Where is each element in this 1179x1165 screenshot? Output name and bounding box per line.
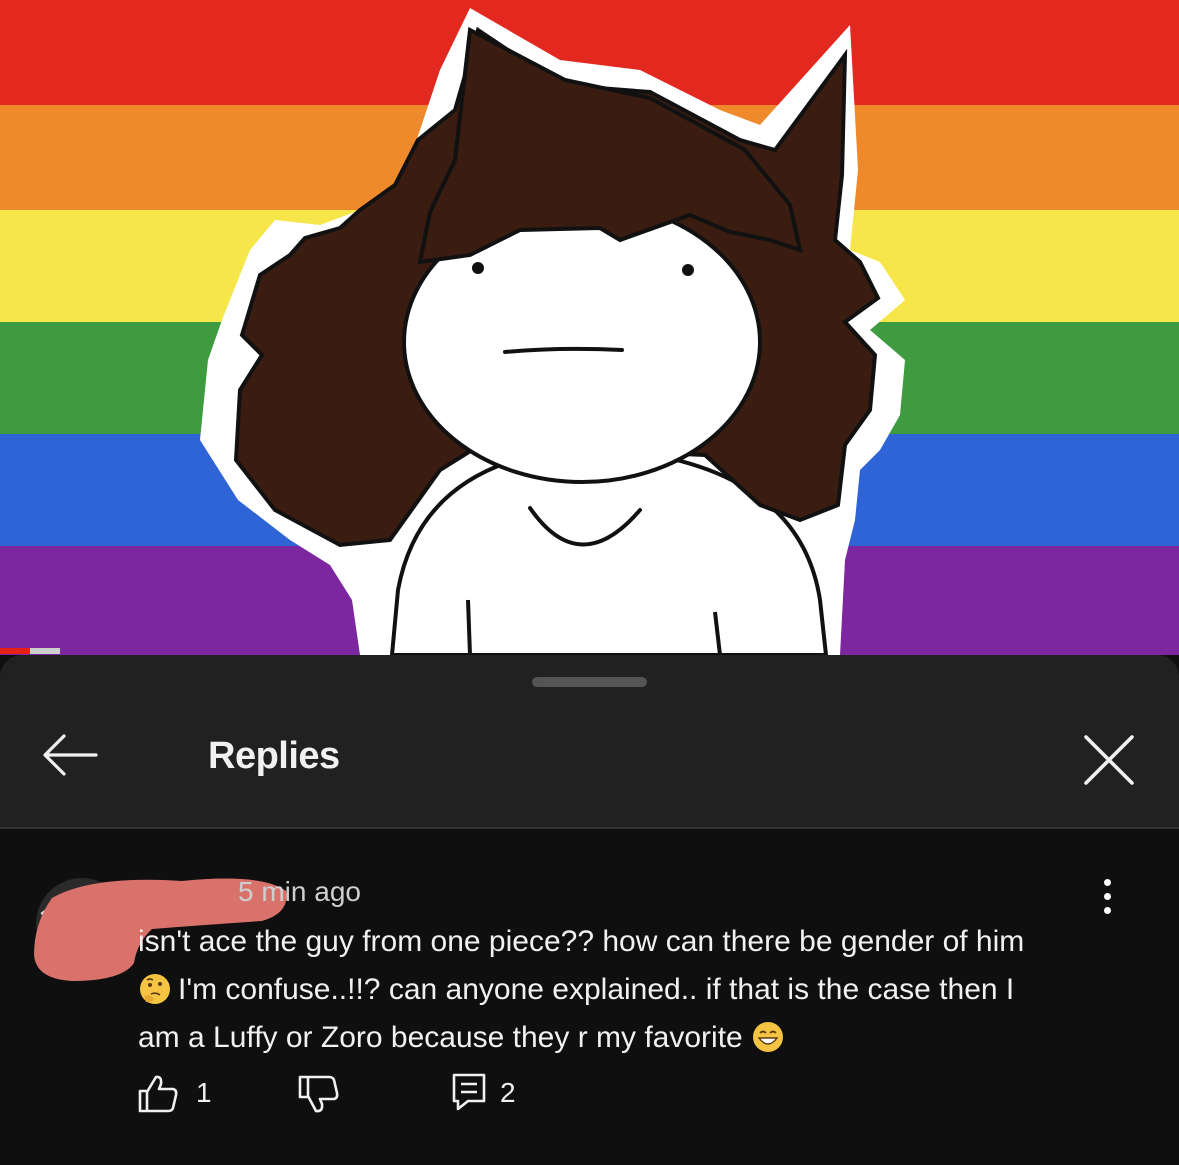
thumbs-up-icon [138,1075,178,1113]
comment-line: isn't ace the guy from one piece?? how c… [138,925,1025,958]
replies-sheet: Replies 5 min ago isn't ace the guy from… [0,655,1179,1165]
like-count: 1 [196,1077,212,1108]
replies-button[interactable]: 2 [450,1067,530,1119]
comment-line-text: I'm confuse..!!? can anyone explained.. … [178,973,1015,1006]
grinning-face-emoji [752,1022,783,1053]
back-button[interactable] [38,727,102,783]
comment-icon [452,1073,486,1111]
header-divider [0,827,1179,829]
progress-bar-buffered [30,648,60,654]
video-player[interactable] [0,0,1179,655]
comment-line-with-emoji: am a Luffy or Zoro because they r my fav… [138,1014,1128,1062]
comment-text: isn't ace the guy from one piece?? how c… [138,918,1128,1062]
comment-timestamp: 5 min ago [238,876,361,907]
drag-handle[interactable] [532,677,647,687]
dislike-button[interactable] [296,1067,352,1119]
close-icon [1084,735,1134,785]
reply-count: 2 [500,1077,516,1108]
more-options-button[interactable] [1090,877,1126,917]
sheet-header: Replies [0,655,1179,827]
sheet-title: Replies [208,735,340,777]
progress-bar-played[interactable] [0,648,30,654]
arrow-left-icon [43,734,98,776]
like-button[interactable]: 1 [136,1067,226,1119]
close-button[interactable] [1076,727,1142,793]
comment-line-text: am a Luffy or Zoro because they r my fav… [138,1021,743,1054]
comment-line-with-emoji: I'm confuse..!!? can anyone explained.. … [138,966,1128,1014]
thinking-face-emoji [140,974,170,1005]
cartoon-character-illustration [200,8,905,655]
thumbs-down-icon [298,1075,339,1113]
